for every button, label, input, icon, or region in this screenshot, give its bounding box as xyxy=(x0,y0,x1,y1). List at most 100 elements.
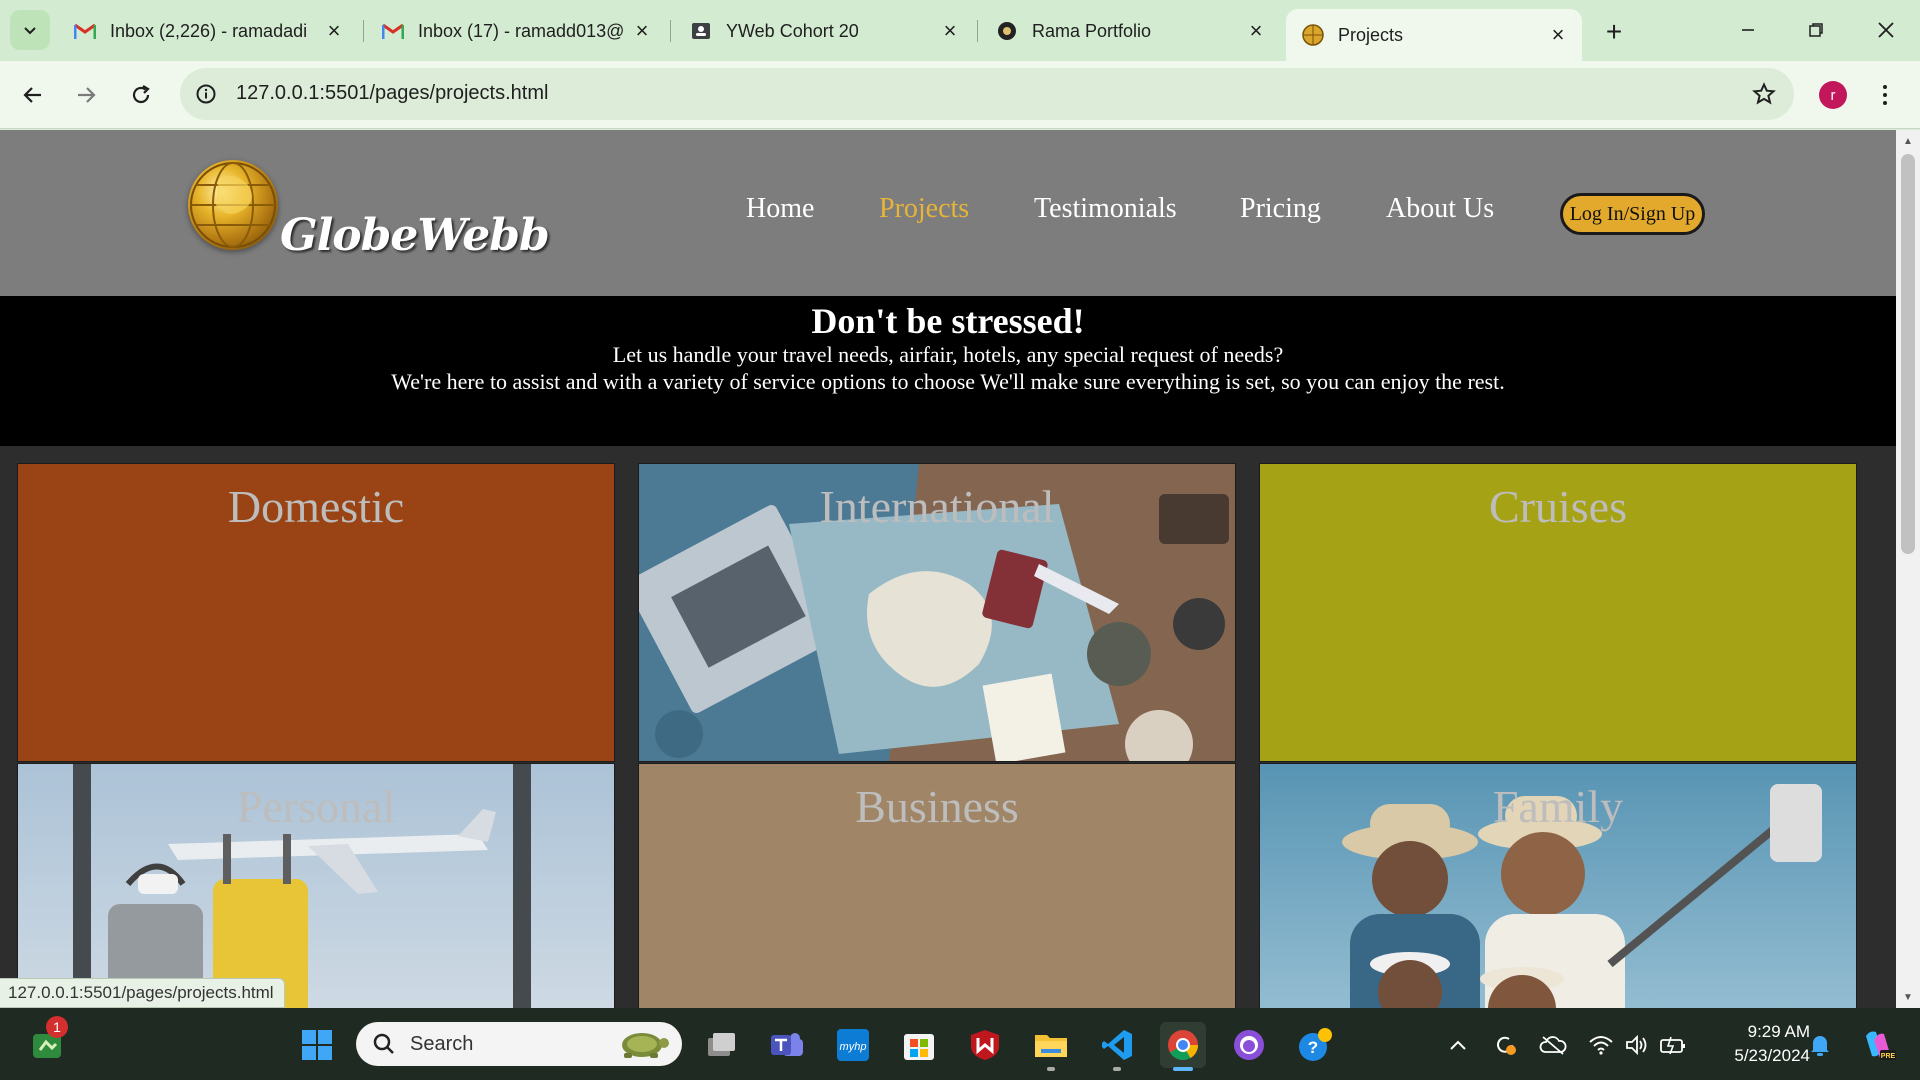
github-desktop-icon[interactable] xyxy=(1226,1022,1272,1068)
globe-logo-icon[interactable] xyxy=(188,160,278,250)
sync-icon[interactable] xyxy=(1490,1030,1520,1060)
reload-button[interactable] xyxy=(121,75,161,115)
restore-button[interactable] xyxy=(1792,10,1840,50)
minimize-button[interactable] xyxy=(1724,10,1772,50)
battery-icon[interactable] xyxy=(1658,1030,1688,1060)
start-windows-icon[interactable] xyxy=(294,1022,340,1068)
card-title: Domestic xyxy=(227,481,405,532)
clock-time: 9:29 AM xyxy=(1747,1022,1810,1041)
hero-line-2: We're here to assist and with a variety … xyxy=(391,369,1505,394)
login-signup-button[interactable]: Log In/Sign Up xyxy=(1560,193,1705,235)
arrow-right-icon xyxy=(78,87,96,103)
brand-logo-text[interactable]: GlobeWebb xyxy=(280,210,550,261)
onedrive-cloud-icon[interactable] xyxy=(1538,1030,1568,1060)
card-family[interactable]: Family xyxy=(1259,763,1857,1008)
minimize-icon xyxy=(1742,29,1754,31)
service-card-grid: Domestic International Cruises Personal … xyxy=(17,463,1859,1008)
notification-badge: 1 xyxy=(46,1016,68,1038)
close-window-button[interactable] xyxy=(1862,10,1910,50)
tab-title: Rama Portfolio xyxy=(1032,20,1152,41)
tab-yweb-cohort[interactable]: YWeb Cohort 20 × xyxy=(674,9,974,53)
hero-line-1: Let us handle your travel needs, airfair… xyxy=(612,342,1284,367)
tab-title: Inbox (2,226) - ramadadi xyxy=(110,20,308,41)
volume-icon[interactable] xyxy=(1622,1030,1652,1060)
scrollbar-thumb[interactable] xyxy=(1901,154,1915,554)
more-menu-icon[interactable] xyxy=(1870,79,1900,111)
classroom-icon xyxy=(690,20,712,42)
card-cruises[interactable]: Cruises xyxy=(1259,463,1857,762)
microsoft-store-icon[interactable] xyxy=(896,1022,942,1068)
gmail-icon xyxy=(382,20,404,42)
card-title: Personal xyxy=(236,781,396,832)
arrow-left-icon xyxy=(23,87,41,103)
task-view-icon[interactable] xyxy=(698,1022,744,1068)
close-icon[interactable]: × xyxy=(630,18,654,43)
page-scrollbar[interactable]: ▲ ▼ xyxy=(1896,130,1920,1008)
close-icon[interactable]: × xyxy=(322,18,346,43)
back-button[interactable] xyxy=(13,75,53,115)
tab-rama-portfolio[interactable]: Rama Portfolio × xyxy=(980,9,1280,53)
card-business[interactable]: Business xyxy=(638,763,1236,1008)
chrome-icon[interactable] xyxy=(1160,1022,1206,1068)
tab-inbox-2[interactable]: Inbox (17) - ramadd013@ × xyxy=(366,9,666,53)
gmail-icon xyxy=(74,20,96,42)
mcafee-icon[interactable] xyxy=(962,1022,1008,1068)
close-icon[interactable]: × xyxy=(938,18,962,43)
running-indicator xyxy=(1047,1067,1055,1071)
card-title: International xyxy=(819,481,1055,532)
bookmark-star-icon[interactable] xyxy=(1750,80,1778,108)
scroll-up-arrow-icon[interactable]: ▲ xyxy=(1896,130,1920,152)
taskbar-clock[interactable]: 9:29 AM 5/23/2024 xyxy=(1706,1020,1810,1068)
tab-title: Projects xyxy=(1338,24,1404,45)
nav-link-about-us[interactable]: About Us xyxy=(1386,193,1494,225)
card-international[interactable]: International xyxy=(638,463,1236,762)
browser-toolbar: 127.0.0.1:5501/pages/projects.html r xyxy=(0,61,1920,129)
site-header: GlobeWebb Home Projects Testimonials Pri… xyxy=(0,130,1896,296)
svg-text:PRE: PRE xyxy=(1881,1053,1896,1060)
tab-divider xyxy=(670,20,671,42)
vscode-icon[interactable] xyxy=(1094,1022,1140,1068)
card-title: Cruises xyxy=(1489,481,1627,532)
myhp-icon[interactable]: myhp xyxy=(830,1022,876,1068)
running-indicator xyxy=(1113,1067,1121,1071)
file-explorer-icon[interactable] xyxy=(1028,1022,1074,1068)
card-domestic[interactable]: Domestic xyxy=(17,463,615,762)
show-hidden-icons-chevron-icon[interactable] xyxy=(1443,1030,1473,1060)
site-info-icon[interactable] xyxy=(192,80,220,108)
svg-text:myhp: myhp xyxy=(840,1041,867,1053)
profile-avatar[interactable]: r xyxy=(1819,81,1847,109)
nav-link-projects[interactable]: Projects xyxy=(879,193,969,225)
search-label: Search xyxy=(410,1032,474,1055)
tab-divider xyxy=(977,20,978,42)
tab-search-button[interactable] xyxy=(10,10,50,50)
nav-link-testimonials[interactable]: Testimonials xyxy=(1034,193,1177,225)
card-personal[interactable]: Personal xyxy=(17,763,615,1008)
wifi-icon[interactable] xyxy=(1586,1030,1616,1060)
close-icon[interactable]: × xyxy=(1546,22,1570,47)
new-tab-button[interactable]: + xyxy=(1596,14,1632,50)
portfolio-icon xyxy=(996,20,1018,42)
scroll-down-arrow-icon[interactable]: ▼ xyxy=(1896,986,1920,1008)
browser-tab-bar: Inbox (2,226) - ramadadi × Inbox (17) - … xyxy=(0,0,1920,61)
url-text[interactable]: 127.0.0.1:5501/pages/projects.html xyxy=(236,82,548,105)
card-title: Business xyxy=(855,781,1019,832)
hero-title: Don't be stressed! xyxy=(811,301,1085,341)
tab-title: Inbox (17) - ramadd013@ xyxy=(418,20,625,41)
notification-bell-icon[interactable] xyxy=(1805,1030,1835,1060)
nav-link-pricing[interactable]: Pricing xyxy=(1240,193,1321,225)
taskbar-search-box[interactable]: Search xyxy=(356,1022,682,1066)
tab-projects[interactable]: Projects × xyxy=(1286,9,1582,61)
get-help-icon[interactable]: ? xyxy=(1292,1022,1338,1068)
close-icon xyxy=(1878,22,1894,38)
copilot-icon[interactable]: PRE xyxy=(1858,1030,1898,1060)
hero-banner: Don't be stressed! Let us handle your tr… xyxy=(0,296,1896,446)
clock-date: 5/23/2024 xyxy=(1734,1046,1810,1065)
forward-button[interactable] xyxy=(66,75,106,115)
close-icon[interactable]: × xyxy=(1244,18,1268,43)
nav-link-home[interactable]: Home xyxy=(746,193,814,225)
card-title: Family xyxy=(1492,781,1624,832)
tab-inbox-1[interactable]: Inbox (2,226) - ramadadi × xyxy=(58,9,358,53)
teams-icon[interactable] xyxy=(764,1022,810,1068)
address-bar[interactable]: 127.0.0.1:5501/pages/projects.html xyxy=(180,68,1794,120)
globe-favicon-icon xyxy=(1302,24,1324,46)
